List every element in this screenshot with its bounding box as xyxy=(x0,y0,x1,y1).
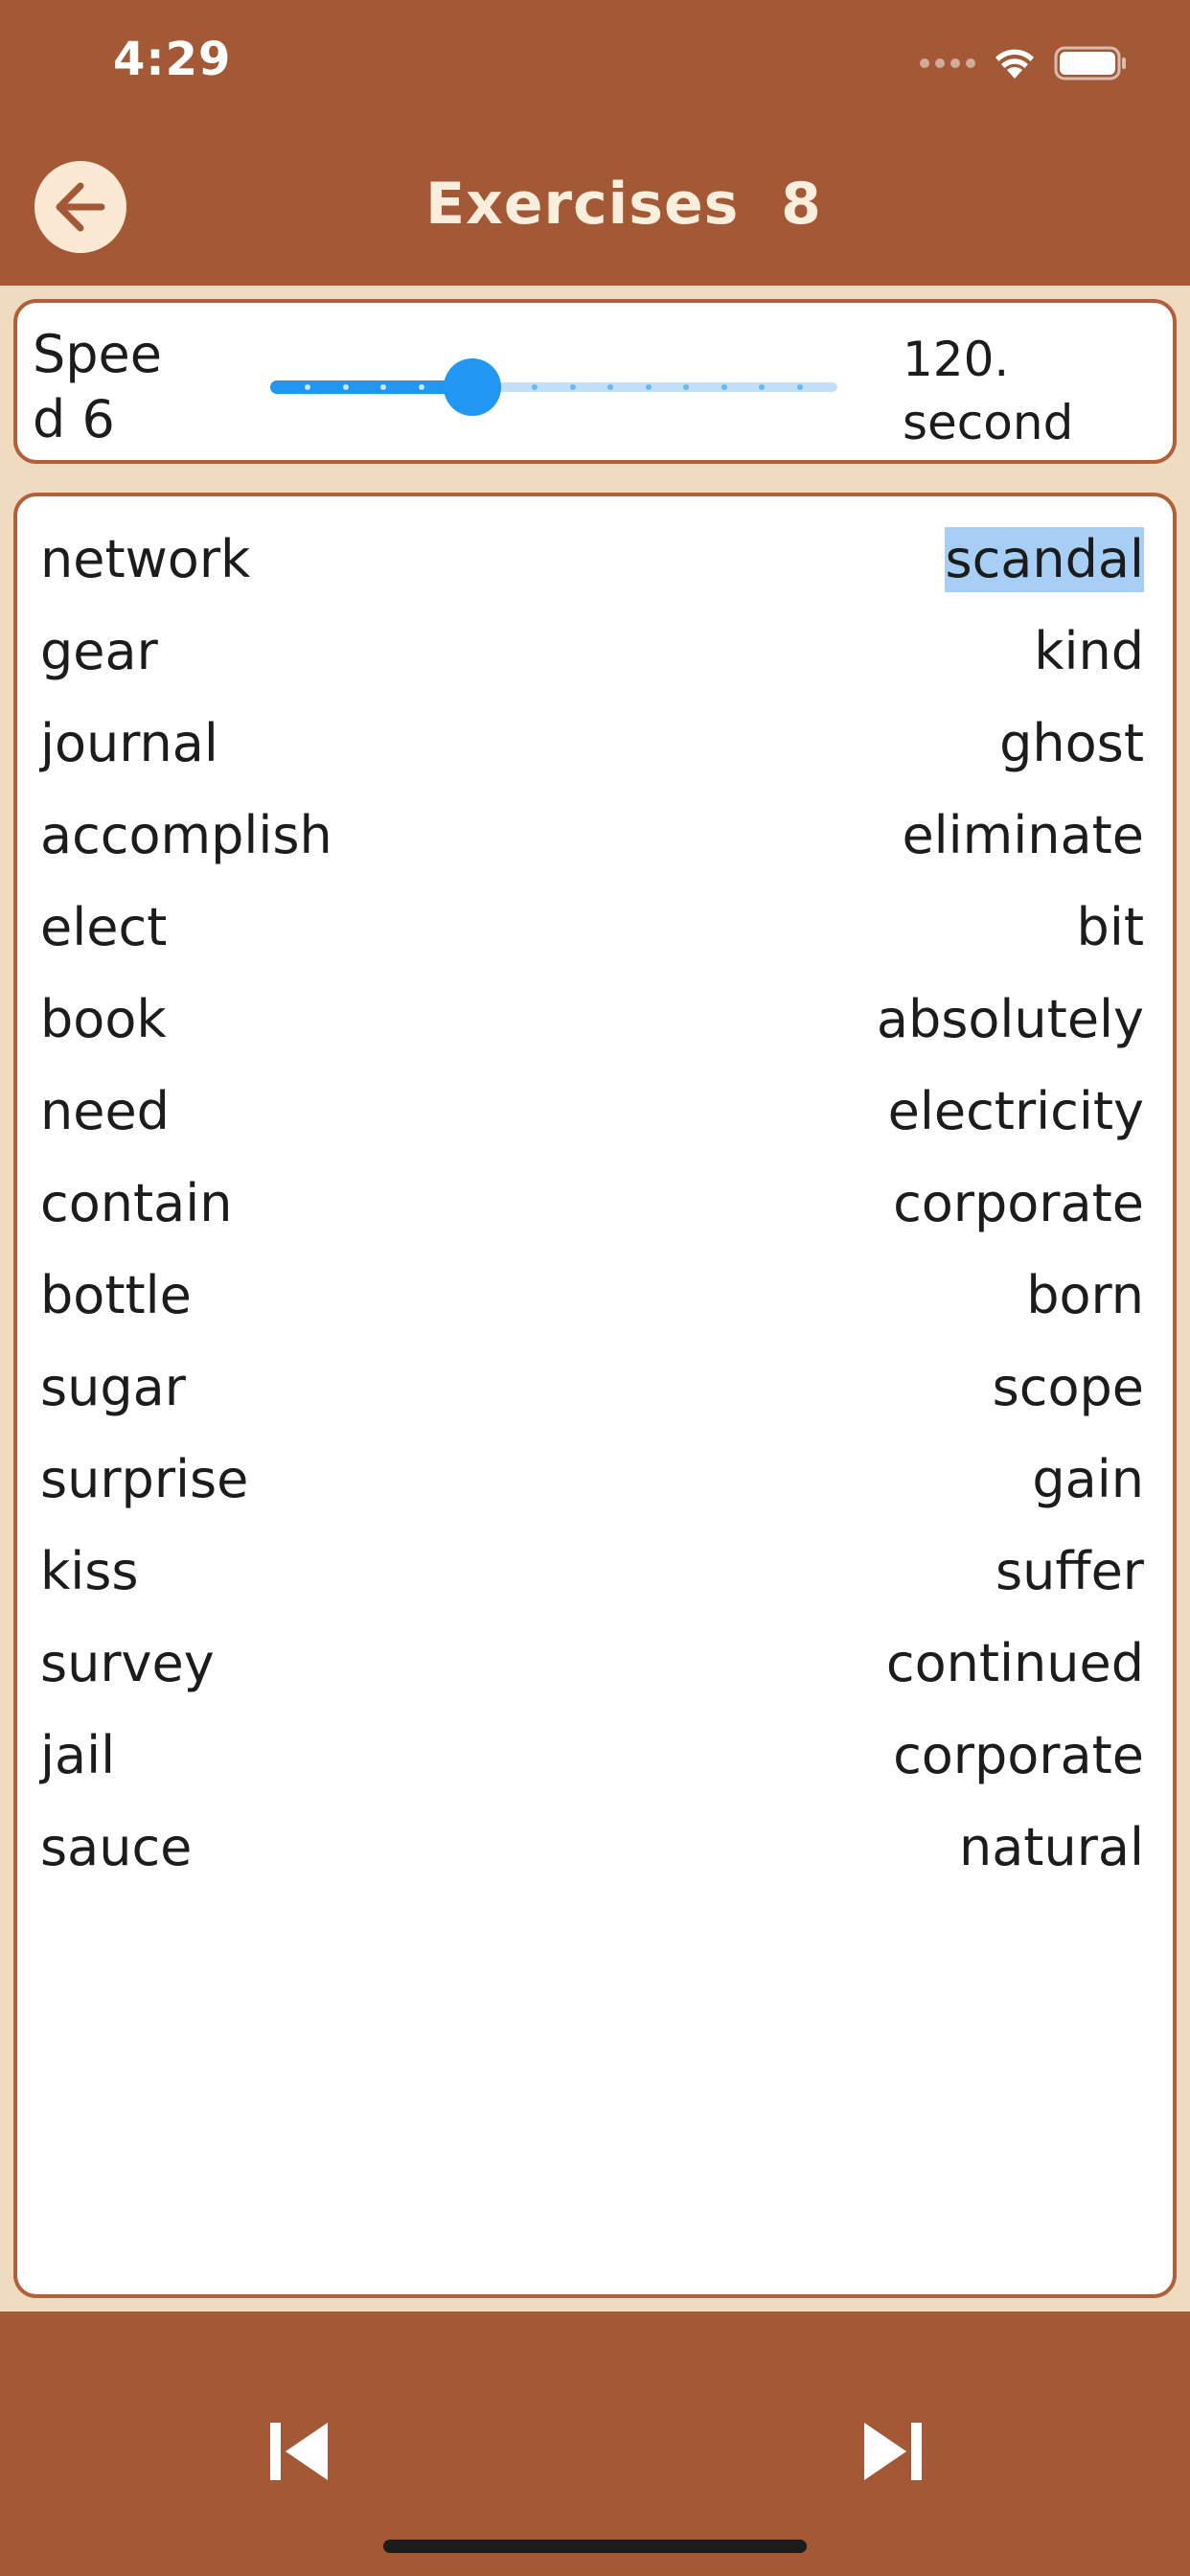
slider-tick xyxy=(342,384,349,390)
word-row: jail corporate xyxy=(31,1710,1159,1802)
word-right[interactable]: scope xyxy=(993,1355,1144,1420)
slider-tick xyxy=(683,384,690,390)
word-right[interactable]: ghost xyxy=(999,711,1144,776)
bottom-bar xyxy=(0,2312,1190,2576)
slider-ticks xyxy=(270,358,837,416)
cellular-signal-icon xyxy=(920,58,975,68)
status-icons xyxy=(920,42,1129,84)
slider-tick xyxy=(380,384,387,390)
word-row: gear kind xyxy=(31,606,1159,698)
home-indicator xyxy=(383,2540,807,2553)
app-bar: 4:29 Exercises 8 xyxy=(0,0,1190,286)
word-left[interactable]: kiss xyxy=(40,1539,139,1604)
word-left[interactable]: accomplish xyxy=(40,803,332,868)
word-row: sauce natural xyxy=(31,1802,1159,1894)
word-row: survey continued xyxy=(31,1618,1159,1710)
slider-tick xyxy=(645,384,652,390)
word-left[interactable]: network xyxy=(40,527,250,592)
word-left[interactable]: bottle xyxy=(40,1263,192,1328)
slider-tick xyxy=(796,384,803,390)
word-row: journal ghost xyxy=(31,698,1159,790)
word-left[interactable]: elect xyxy=(40,895,167,960)
word-right[interactable]: eliminate xyxy=(902,803,1144,868)
word-right[interactable]: suffer xyxy=(995,1539,1144,1604)
skip-previous-icon xyxy=(270,2423,328,2480)
word-right[interactable]: corporate xyxy=(893,1171,1144,1236)
speed-value: 120. second xyxy=(903,332,1074,450)
slider-tick xyxy=(721,384,727,390)
speed-slider[interactable] xyxy=(259,358,849,416)
battery-icon xyxy=(1054,46,1126,80)
slider-tick xyxy=(305,384,311,390)
speed-control-card: Speed 6 120. second xyxy=(13,299,1177,464)
word-row: sugar scope xyxy=(31,1342,1159,1434)
word-right[interactable]: continued xyxy=(886,1631,1144,1696)
word-right[interactable]: natural xyxy=(959,1815,1144,1880)
slider-tick xyxy=(532,384,538,390)
next-button[interactable] xyxy=(845,2404,941,2499)
word-row: kiss suffer xyxy=(31,1526,1159,1618)
wifi-icon xyxy=(995,49,1034,79)
word-right[interactable]: gain xyxy=(1032,1447,1144,1512)
slider-tick xyxy=(418,384,424,390)
word-left[interactable]: survey xyxy=(40,1631,215,1696)
word-row: contain corporate xyxy=(31,1158,1159,1250)
word-right[interactable]: born xyxy=(1026,1263,1144,1328)
word-right[interactable]: bit xyxy=(1077,895,1144,960)
word-right[interactable]: electricity xyxy=(888,1079,1144,1144)
previous-button[interactable] xyxy=(251,2404,347,2499)
word-right[interactable]: absolutely xyxy=(877,987,1144,1052)
word-right[interactable]: corporate xyxy=(893,1723,1144,1788)
word-row: network scandal xyxy=(31,514,1159,606)
word-row: bottle born xyxy=(31,1250,1159,1342)
word-left[interactable]: book xyxy=(40,987,167,1052)
slider-tick xyxy=(569,384,576,390)
word-row: book absolutely xyxy=(31,974,1159,1066)
page-title: Exercises 8 xyxy=(425,171,822,238)
slider-tick xyxy=(607,384,614,390)
word-right[interactable]: kind xyxy=(1034,619,1144,684)
word-left[interactable]: contain xyxy=(40,1171,232,1236)
slider-thumb[interactable] xyxy=(444,358,502,416)
word-left[interactable]: jail xyxy=(40,1723,115,1788)
word-right[interactable]: scandal xyxy=(945,527,1144,592)
word-row: surprise gain xyxy=(31,1434,1159,1526)
word-row: accomplish eliminate xyxy=(31,790,1159,882)
word-left[interactable]: surprise xyxy=(40,1447,248,1512)
skip-next-icon xyxy=(864,2423,922,2480)
word-left[interactable]: sugar xyxy=(40,1355,186,1420)
word-left[interactable]: gear xyxy=(40,619,158,684)
word-left[interactable]: journal xyxy=(40,711,218,776)
word-left[interactable]: sauce xyxy=(40,1815,192,1880)
slider-tick xyxy=(759,384,766,390)
word-left[interactable]: need xyxy=(40,1079,170,1144)
word-list: network scandal gear kind journal ghost accomp… xyxy=(13,493,1177,2298)
word-row: elect bit xyxy=(31,882,1159,974)
word-row: need electricity xyxy=(31,1066,1159,1158)
speed-label: Speed 6 xyxy=(33,324,162,449)
status-time: 4:29 xyxy=(113,33,232,86)
